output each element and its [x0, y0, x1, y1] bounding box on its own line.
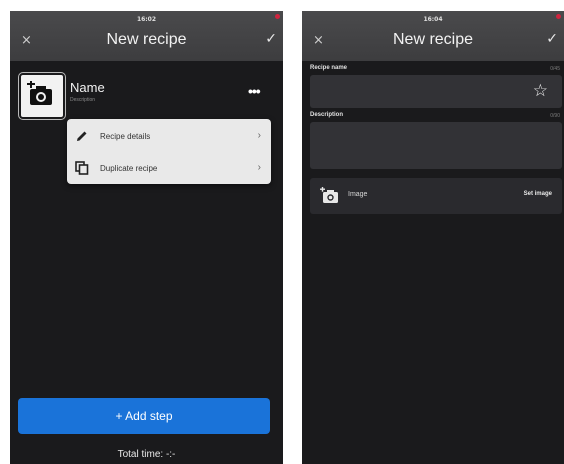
app-bar: 16:02 × New recipe ✓ [10, 11, 283, 61]
context-menu: Recipe details › Duplicate recipe › [67, 119, 271, 184]
add-step-button[interactable]: + Add step [18, 398, 270, 434]
recipe-name[interactable]: Name [70, 80, 105, 95]
description-counter: 0/90 [550, 113, 560, 119]
menu-item-recipe-details[interactable]: Recipe details › [67, 121, 271, 151]
menu-item-label: Duplicate recipe [100, 164, 158, 173]
right-screen: 16:04 × New recipe ✓ Recipe name 0/45 ☆ … [302, 11, 564, 464]
menu-item-duplicate-recipe[interactable]: Duplicate recipe › [67, 153, 271, 183]
image-label: Image [348, 191, 368, 198]
star-icon[interactable]: ☆ [533, 81, 548, 101]
menu-item-label: Recipe details [100, 132, 151, 141]
add-photo-icon [320, 187, 338, 203]
recipe-name-field[interactable]: ☆ [310, 75, 562, 108]
more-options-icon[interactable]: ••• [248, 83, 261, 99]
app-bar: 16:04 × New recipe ✓ [302, 11, 564, 61]
set-image-button[interactable]: Set image [524, 191, 552, 197]
recipe-image-thumbnail[interactable] [19, 73, 65, 119]
recipe-description: Description [70, 97, 96, 103]
add-photo-icon [27, 81, 52, 105]
status-time: 16:04 [423, 16, 443, 23]
total-time: Total time: -:- [117, 449, 176, 460]
chevron-right-icon: › [257, 130, 261, 141]
page-title: New recipe [106, 31, 187, 48]
copy-icon [75, 161, 89, 175]
description-label: Description [310, 112, 344, 118]
status-time: 16:02 [136, 16, 157, 23]
pencil-icon [77, 131, 87, 141]
status-dot [556, 14, 561, 19]
check-icon[interactable]: ✓ [546, 31, 558, 47]
status-dot [275, 14, 280, 19]
recipe-name-label: Recipe name [310, 65, 348, 71]
description-field[interactable] [310, 122, 562, 169]
chevron-right-icon: › [257, 162, 261, 173]
recipe-name-counter: 0/45 [550, 66, 560, 72]
check-icon[interactable]: ✓ [265, 31, 277, 47]
left-screen: 16:02 × New recipe ✓ Name Description ••… [10, 11, 283, 464]
page-title: New recipe [392, 31, 474, 48]
image-row[interactable]: Image Set image [310, 178, 562, 214]
